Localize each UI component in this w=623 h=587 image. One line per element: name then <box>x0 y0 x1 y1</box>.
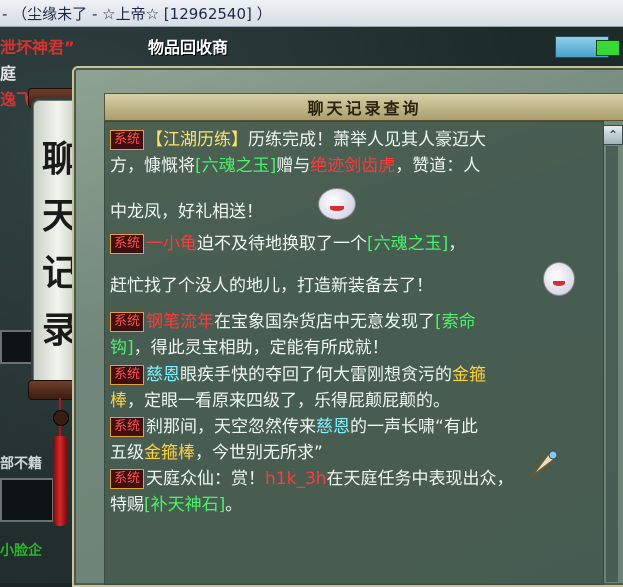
tassel <box>53 436 67 526</box>
chat-text: ， <box>448 234 466 254</box>
emoji-icon <box>318 188 356 220</box>
chat-text: 五级 <box>110 443 144 463</box>
chat-highlight[interactable]: [六魂之玉] <box>367 234 448 254</box>
chat-highlight[interactable]: 钩] <box>110 338 134 358</box>
chat-text: ，今世别无所求” <box>195 443 323 463</box>
npc-recycler-label: 物品回收商 <box>148 38 229 57</box>
chat-highlight[interactable]: 金箍 <box>452 365 486 385</box>
npc-name-label: 泄坏神君” <box>0 38 75 57</box>
chat-line: 钩]，得此灵宝相助，定能有所成就！ <box>110 335 618 361</box>
chat-text: 。 <box>225 495 243 515</box>
skill-slot[interactable] <box>0 478 54 522</box>
chat-message: 系统 【江湖历练】历练完成！萧举人见其人豪迈大 方，慷慨将[六魂之玉]赠与绝迹剑齿虎… <box>110 127 618 225</box>
chat-text: 眼疾手快的夺回了何大雷刚想贪污的 <box>180 365 453 385</box>
chat-text: 的一声长啸“有此 <box>350 417 478 437</box>
chat-highlight[interactable]: 绝迹剑齿虎 <box>310 156 395 176</box>
chat-highlight[interactable]: 钢笔流年 <box>146 312 214 332</box>
chat-text: 方，慷慨将 <box>110 156 195 176</box>
bg-label-xiaolian: 小脸企 <box>0 543 42 559</box>
chat-text: 天庭众仙：赏！ <box>146 469 266 489</box>
chat-text: 在宝象国杂货店中无意发现了 <box>214 312 436 332</box>
chat-text: 迫不及待地换取了一个 <box>197 234 368 254</box>
chat-highlight[interactable]: [补天神石] <box>144 495 225 515</box>
chat-text: 中龙凤，好礼相送！ <box>110 202 263 222</box>
bg-label-ting: 庭 <box>0 64 17 83</box>
energy-bar <box>596 40 620 56</box>
chat-message: 系统 钢笔流年在宝象国杂货店中无意发现了[索命 钩]，得此灵宝相助，定能有所成就！ <box>110 309 618 361</box>
system-tag: 系统 <box>110 469 145 489</box>
chat-line: 特赐[补天神石]。 <box>110 492 618 518</box>
chat-line: 中龙凤，好礼相送！ <box>110 199 618 225</box>
tassel-knot <box>53 410 69 426</box>
system-tag: 系统 <box>110 312 145 332</box>
chat-line: 系统 慈恩眼疾手快的夺回了何大雷刚想贪污的金箍 <box>110 362 618 388</box>
chat-highlight[interactable]: [六魂之玉] <box>195 156 276 176</box>
chat-highlight[interactable]: 慈恩 <box>146 365 180 385</box>
chat-text: 在天庭任务中表现出众， <box>326 469 514 489</box>
chat-line: 系统 【江湖历练】历练完成！萧举人见其人豪迈大 <box>110 127 618 153</box>
chat-highlight[interactable]: 棒 <box>110 391 127 411</box>
chat-line: 系统 钢笔流年在宝象国杂货店中无意发现了[索命 <box>110 309 618 335</box>
chat-text: 赠与 <box>276 156 311 176</box>
panel-title: 聊天记录查询 <box>104 93 623 121</box>
emoji-icon <box>543 262 575 296</box>
chat-line: 方，慷慨将[六魂之玉]赠与绝迹剑齿虎，赞道：人 <box>110 153 618 179</box>
cursor-icon <box>531 450 558 477</box>
window-title-bar: - （尘缘未了 - ☆上帝☆ [12962540] ） <box>0 0 623 27</box>
chat-line: 赶忙找了个没人的地儿，打造新装备去了！ <box>110 273 618 299</box>
system-tag: 系统 <box>110 417 145 437</box>
system-tag: 系统 <box>110 130 145 150</box>
chat-text: 【江湖历练】 <box>146 130 249 150</box>
bg-label-bujie: 部不籍 <box>0 456 42 472</box>
chat-highlight[interactable]: h1k_3h <box>265 469 327 489</box>
chat-text: 历练完成！萧举人见其人豪迈大 <box>248 130 487 150</box>
chat-message: 系统 一小龟迫不及待地换取了一个[六魂之玉]， 赶忙找了个没人的地儿，打造新装备去了… <box>110 231 618 299</box>
chat-highlight[interactable]: [索命 <box>435 312 476 332</box>
chat-text: ，定眼一看原来四级了，乐得屁颠屁颠的。 <box>127 391 450 411</box>
chat-line: 系统 一小龟迫不及待地换取了一个[六魂之玉]， <box>110 231 618 257</box>
chat-line: 棒，定眼一看原来四级了，乐得屁颠屁颠的。 <box>110 388 618 414</box>
chat-highlight[interactable]: 金箍棒 <box>144 443 195 463</box>
chat-highlight[interactable]: 慈恩 <box>316 417 350 437</box>
chat-highlight[interactable]: 一小龟 <box>146 234 197 254</box>
system-tag: 系统 <box>110 365 145 385</box>
chat-text: 赶忙找了个没人的地儿，打造新装备去了！ <box>110 276 433 296</box>
chat-message: 系统 慈恩眼疾手快的夺回了何大雷刚想贪污的金箍 棒，定眼一看原来四级了，乐得屁颠屁颠… <box>110 362 618 414</box>
window-title: - （尘缘未了 - ☆上帝☆ [12962540] ） <box>2 4 272 23</box>
chat-text: ，赞道：人 <box>395 156 481 176</box>
chat-line: 系统 刹那间，天空忽然传来慈恩的一声长啸“有此 <box>110 414 618 440</box>
chat-text: ，得此灵宝相助，定能有所成就！ <box>133 338 389 358</box>
chat-text: 特赐 <box>110 495 144 515</box>
system-tag: 系统 <box>110 234 145 254</box>
chat-text: 刹那间，天空忽然传来 <box>146 417 317 437</box>
